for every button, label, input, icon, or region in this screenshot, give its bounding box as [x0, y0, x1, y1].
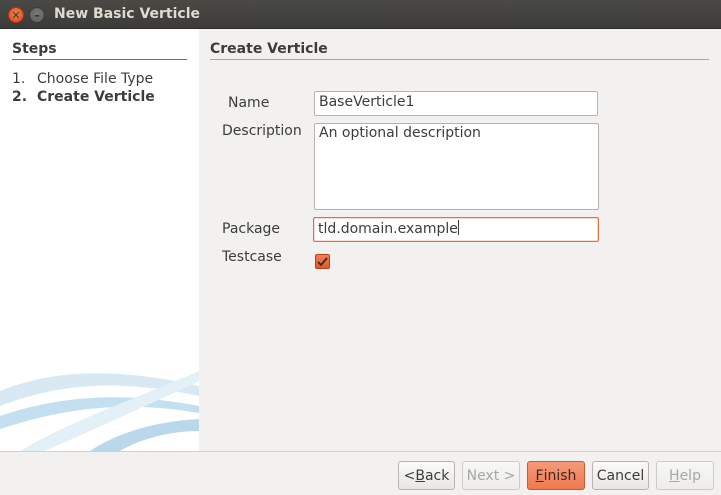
- testcase-checkbox[interactable]: [315, 254, 330, 269]
- button-bar-divider: [0, 451, 721, 452]
- package-value: tld.domain.example: [318, 221, 458, 237]
- close-icon: ✕: [11, 8, 21, 22]
- finish-button-rest: inish: [543, 467, 577, 484]
- step-label: Choose File Type: [37, 71, 154, 87]
- text-caret: [457, 220, 459, 235]
- name-label: Name: [228, 95, 270, 111]
- minimize-window-button[interactable]: –: [29, 7, 45, 23]
- steps-pane: Steps 1. Choose File Type 2. Create Vertic…: [0, 29, 199, 451]
- back-button-prefix: <: [403, 467, 416, 484]
- close-window-button[interactable]: ✕: [8, 7, 24, 23]
- minimize-icon: –: [34, 8, 40, 22]
- description-label: Description: [222, 123, 302, 139]
- package-field[interactable]: tld.domain.example: [313, 217, 599, 242]
- window-title: New Basic Verticle: [54, 6, 200, 22]
- content-divider: [210, 59, 709, 60]
- next-button-label: Next >: [466, 467, 516, 484]
- finish-button[interactable]: Finish: [527, 461, 585, 490]
- step-label: Create Verticle: [37, 89, 155, 105]
- steps-divider: [12, 59, 187, 60]
- help-button-mnemonic: H: [669, 467, 680, 484]
- cancel-button-label: Cancel: [596, 467, 645, 484]
- title-bar: ✕ – New Basic Verticle: [0, 0, 721, 29]
- package-label: Package: [222, 221, 281, 237]
- name-field[interactable]: BaseVerticle1: [314, 91, 598, 116]
- checkmark-icon: [317, 256, 328, 266]
- cancel-button[interactable]: Cancel: [592, 461, 649, 490]
- back-button[interactable]: < Back: [398, 461, 455, 490]
- description-textarea[interactable]: An optional description: [314, 123, 599, 210]
- name-value: BaseVerticle1: [319, 94, 415, 110]
- next-button[interactable]: Next >: [462, 461, 520, 490]
- step-item-choose-file-type: 1. Choose File Type: [12, 71, 153, 87]
- step-item-create-verticle: 2. Create Verticle: [12, 89, 155, 105]
- back-button-rest: ack: [424, 467, 450, 484]
- wizard-decoration-image: [0, 371, 199, 451]
- testcase-label: Testcase: [222, 249, 282, 265]
- step-number: 2.: [12, 89, 28, 105]
- page-title: Create Verticle: [210, 41, 328, 57]
- step-number: 1.: [12, 71, 26, 87]
- finish-button-mnemonic: F: [535, 467, 544, 484]
- description-value: An optional description: [319, 125, 481, 141]
- help-button-rest: elp: [679, 467, 701, 484]
- steps-heading: Steps: [12, 41, 57, 57]
- back-button-mnemonic: B: [415, 467, 425, 484]
- help-button[interactable]: Help: [656, 461, 714, 490]
